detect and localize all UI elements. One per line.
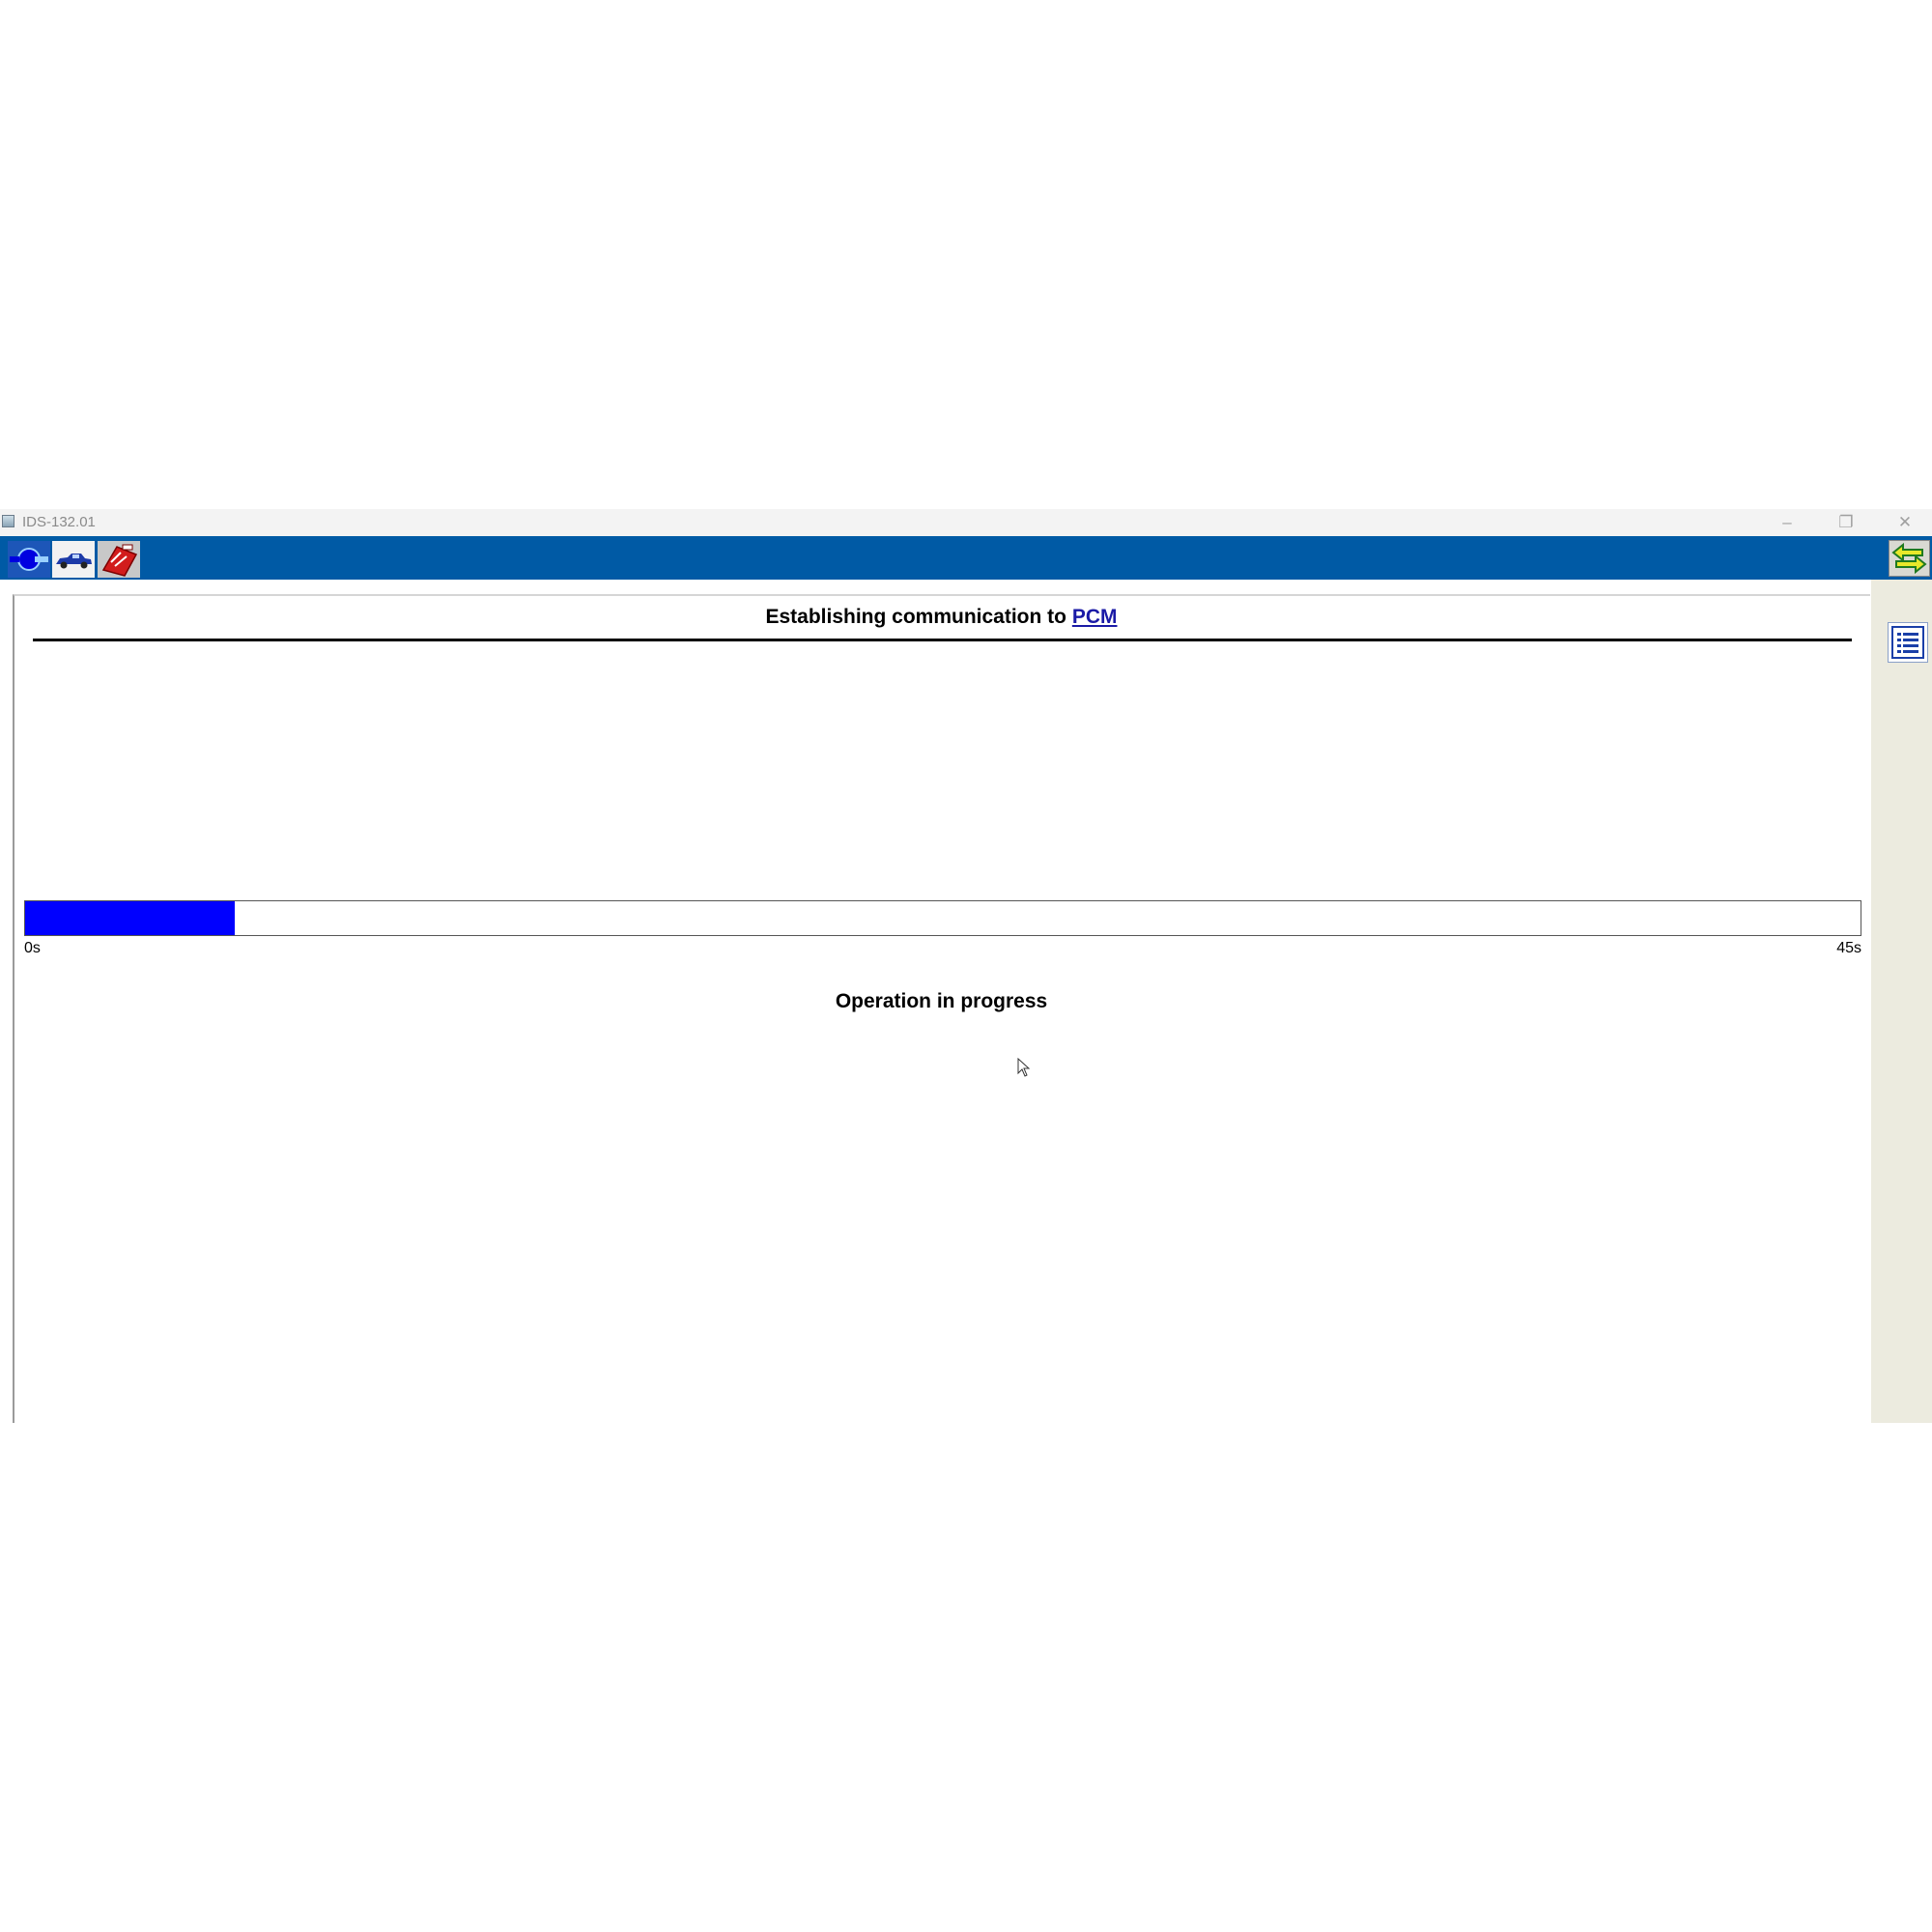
toolbox-button[interactable]	[98, 541, 140, 578]
status-text: Operation in progress	[835, 990, 1048, 1012]
toolbox-icon	[98, 541, 140, 578]
connector-icon	[8, 541, 50, 578]
vehicle-button[interactable]	[52, 541, 95, 578]
page-title: Establishing communication to PCM	[13, 606, 1870, 629]
connector-button[interactable]	[8, 541, 50, 578]
close-button[interactable]: ✕	[1883, 509, 1927, 536]
restore-button[interactable]: ❐	[1824, 509, 1868, 536]
progress-min-label: 0s	[24, 940, 41, 956]
app-icon	[2, 515, 14, 527]
title-divider	[33, 639, 1852, 641]
window-title: IDS-132.01	[22, 514, 96, 530]
swap-button[interactable]	[1889, 540, 1930, 577]
vehicle-icon	[52, 541, 95, 578]
list-icon	[1891, 626, 1924, 659]
swap-arrows-icon	[1891, 542, 1927, 575]
title-bar: IDS-132.01 – ❐ ✕	[0, 509, 1932, 536]
mouse-cursor-icon	[1017, 1058, 1031, 1077]
module-link[interactable]: PCM	[1072, 606, 1118, 628]
minimize-button[interactable]: –	[1765, 509, 1809, 536]
progress-max-label: 45s	[1836, 940, 1861, 956]
progress-fill	[25, 901, 235, 935]
progress-bar	[24, 900, 1861, 936]
toolbar	[0, 536, 1932, 580]
app-window: IDS-132.01 – ❐ ✕ Establishing communicat…	[0, 509, 1932, 1423]
page-title-text: Establishing communication to	[765, 606, 1066, 628]
right-sidebar	[1871, 580, 1932, 1423]
list-button[interactable]	[1888, 622, 1928, 663]
